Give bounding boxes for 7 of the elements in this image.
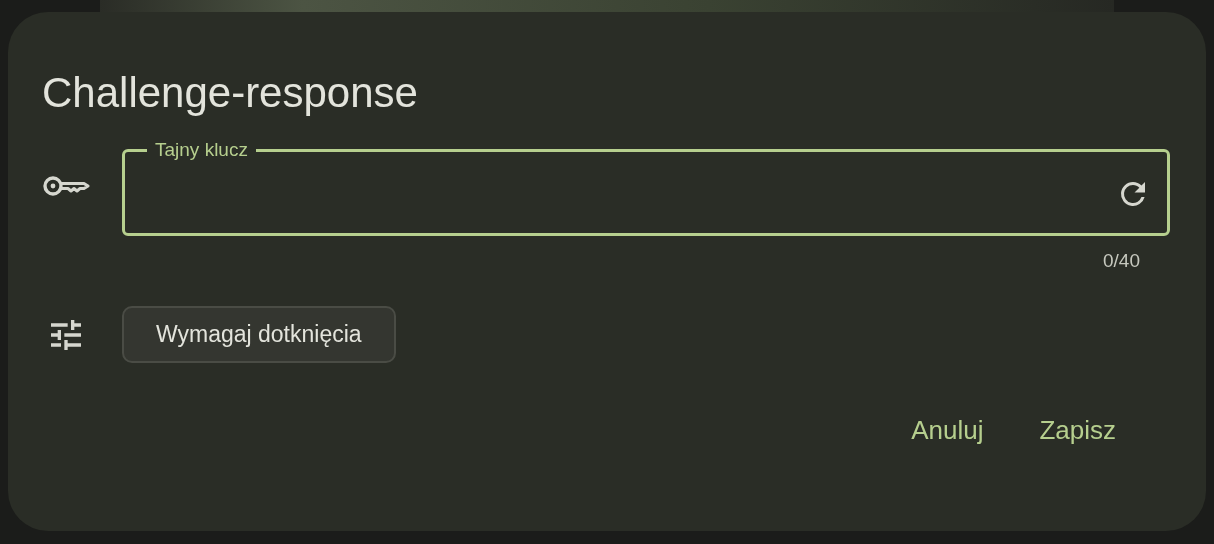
cancel-button[interactable]: Anuluj <box>895 407 1000 455</box>
key-icon <box>42 174 90 199</box>
character-counter: 0/40 <box>1102 250 1140 273</box>
secret-key-field[interactable]: Tajny klucz <box>122 140 1170 237</box>
filter-chip[interactable]: Wymagaj dotknięcia <box>122 306 396 364</box>
save-button[interactable]: Zapisz <box>1023 407 1132 455</box>
dialog-title: Challenge-response <box>42 68 419 118</box>
